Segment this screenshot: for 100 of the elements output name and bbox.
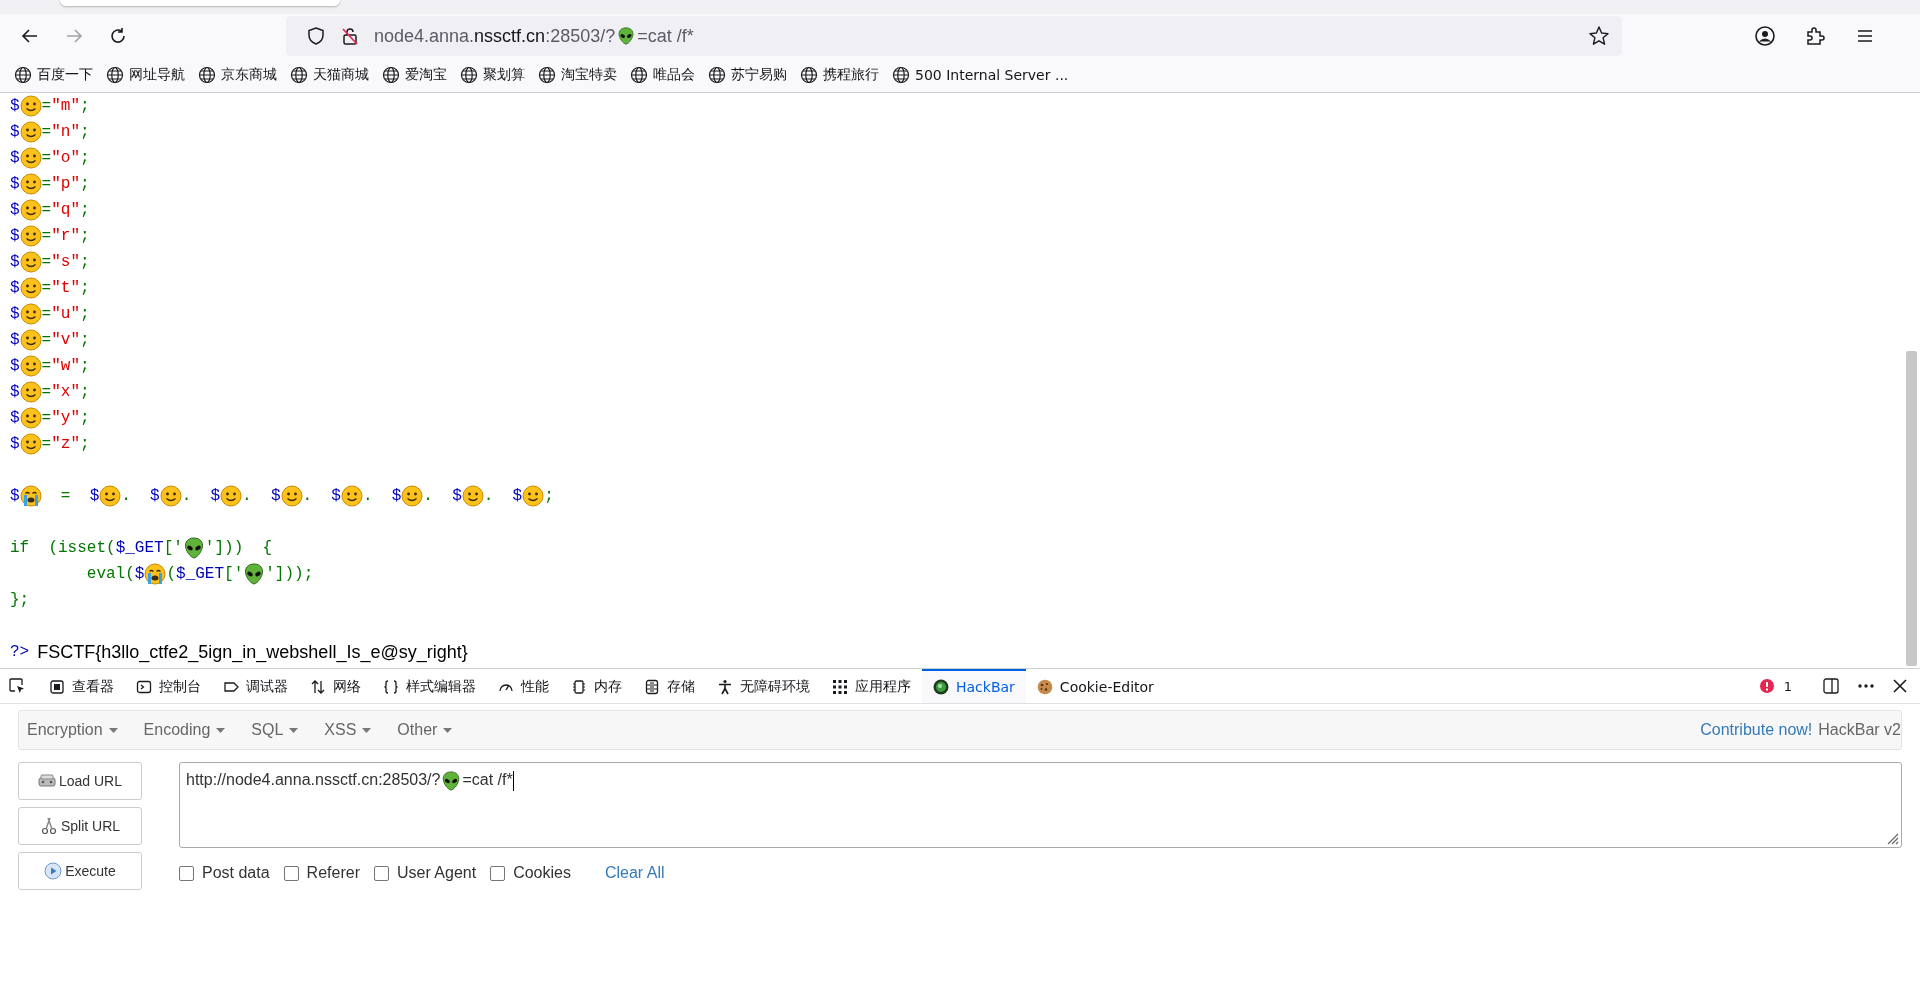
code-string: "y" — [51, 409, 81, 427]
code-variable: $ — [10, 331, 20, 349]
code-keyword: . — [362, 487, 374, 505]
reload-icon[interactable] — [108, 26, 128, 46]
url-field[interactable]: http://node4.anna.nssctf.cn:28503/? =cat /f* — [179, 762, 1902, 848]
storage-icon — [644, 679, 660, 695]
devtools-tab[interactable]: 调试器 — [212, 669, 299, 703]
bookmark-link[interactable]: 聚划算 — [483, 66, 525, 84]
globe-icon[interactable] — [198, 66, 216, 84]
globe-icon[interactable] — [14, 66, 32, 84]
code-variable: $ — [150, 487, 160, 505]
globe-icon[interactable] — [630, 66, 648, 84]
hackbar-button[interactable]: Split URL — [18, 807, 142, 845]
code-keyword: . — [423, 487, 434, 505]
bookmark-link[interactable]: 唯品会 — [653, 66, 695, 84]
globe-icon[interactable] — [106, 66, 124, 84]
account-icon[interactable] — [1754, 25, 1776, 47]
devtools-tab[interactable]: 控制台 — [125, 669, 212, 703]
code-keyword: ; — [80, 331, 90, 349]
devtools-tab[interactable]: HackBar — [922, 669, 1026, 703]
devtools-tab[interactable]: 网络 — [299, 669, 372, 703]
clear-all-link[interactable]: Clear All — [604, 864, 665, 882]
dropdown-menu[interactable]: Encoding — [143, 721, 238, 739]
hackbar-button[interactable]: Execute — [18, 852, 142, 890]
code-keyword: ; — [80, 201, 90, 219]
devtools-tab[interactable]: 内存 — [560, 669, 633, 703]
bookmark-link[interactable]: 天猫商城 — [313, 66, 369, 84]
code-string: "x" — [51, 383, 81, 401]
code-keyword: = — [41, 305, 52, 323]
globe-icon[interactable] — [708, 66, 726, 84]
checkbox-label[interactable]: Post data — [202, 864, 270, 882]
bookmark-link[interactable]: 百度一下 — [37, 66, 93, 84]
face-icon — [19, 173, 42, 195]
bookmark-link[interactable]: 苏宁易购 — [731, 66, 787, 84]
dock-icon[interactable] — [1822, 677, 1840, 695]
code-keyword: = — [41, 175, 52, 193]
resize-grip-icon[interactable] — [1885, 831, 1899, 845]
globe-icon[interactable] — [892, 66, 910, 84]
bookmark-link[interactable]: 携程旅行 — [823, 66, 879, 84]
dropdown-menu[interactable]: Encryption — [27, 721, 130, 739]
dropdown-menu[interactable]: Other — [397, 721, 465, 739]
hackbar-button[interactable]: Load URL — [18, 762, 142, 800]
devtools-tab[interactable]: 性能 — [487, 669, 560, 703]
dropdown-menu[interactable]: SQL — [251, 721, 311, 739]
caret-icon — [362, 727, 372, 733]
checkbox[interactable] — [179, 865, 194, 881]
globe-icon[interactable] — [290, 66, 308, 84]
code-keyword: = — [41, 97, 52, 115]
checkbox[interactable] — [283, 865, 299, 881]
code-variable: $ — [10, 383, 20, 401]
ball-icon — [933, 679, 949, 695]
code-keyword: ; — [80, 305, 90, 323]
bookmark-link[interactable]: 淘宝特卖 — [561, 66, 617, 84]
code-variable: $ — [391, 487, 402, 505]
checkbox-label[interactable]: Referer — [306, 864, 360, 882]
shield-icon — [306, 26, 326, 46]
code-keyword: ; — [80, 383, 90, 401]
address-bar[interactable]: node4.anna.nssctf.cn:28503/? =cat /f* — [286, 16, 1622, 56]
code-keyword: . — [483, 487, 495, 505]
checkbox-label[interactable]: User Agent — [396, 864, 477, 882]
bookmark-link[interactable]: 爱淘宝 — [405, 66, 447, 84]
devtools-tab[interactable]: 样式编辑器 — [372, 669, 487, 703]
checkbox[interactable] — [373, 865, 389, 881]
face-icon — [19, 199, 42, 221]
globe-icon[interactable] — [382, 66, 400, 84]
element-picker-icon[interactable] — [8, 677, 26, 695]
face-icon — [19, 433, 42, 455]
scrollbar-thumb[interactable] — [1906, 351, 1917, 666]
bookmark-link[interactable]: 网址导航 — [129, 66, 185, 84]
contribute-link[interactable]: Contribute now! — [1700, 721, 1813, 739]
devtools-tab[interactable]: Cookie-Editor — [1025, 669, 1165, 703]
puzzle-piece-icon[interactable] — [1804, 25, 1826, 47]
face-icon — [19, 95, 42, 117]
checkbox[interactable] — [490, 865, 506, 881]
face-icon — [19, 251, 42, 273]
code-variable: $ — [512, 487, 523, 505]
code-variable: $ — [10, 97, 20, 115]
devtools-tab[interactable]: 查看器 — [38, 669, 125, 703]
code-keyword: . — [242, 487, 253, 505]
code-variable: $ — [10, 149, 20, 167]
devtools-tab[interactable]: 应用程序 — [821, 669, 922, 703]
globe-icon[interactable] — [538, 66, 556, 84]
code-keyword: = — [41, 123, 52, 141]
globe-icon[interactable] — [460, 66, 478, 84]
globe-icon[interactable] — [800, 66, 818, 84]
code-variable: $ — [10, 175, 20, 193]
version-label: HackBar v2 — [1818, 721, 1901, 739]
caret-icon — [216, 727, 226, 733]
code-string: "v" — [51, 331, 81, 349]
checkbox-label[interactable]: Cookies — [513, 864, 571, 882]
crying-face-icon — [19, 485, 42, 507]
close-icon[interactable] — [1892, 678, 1908, 694]
cookie-icon — [1036, 679, 1053, 695]
dropdown-menu[interactable]: XSS — [324, 721, 384, 739]
star-icon[interactable] — [1588, 25, 1610, 47]
bookmark-link[interactable]: 500 Internal Server ... — [915, 67, 1069, 83]
code-keyword: = — [41, 227, 52, 245]
bookmark-link[interactable]: 京东商城 — [221, 66, 277, 84]
devtools-tab[interactable]: 存储 — [633, 669, 706, 703]
devtools-tab[interactable]: 无障碍环境 — [706, 669, 821, 703]
